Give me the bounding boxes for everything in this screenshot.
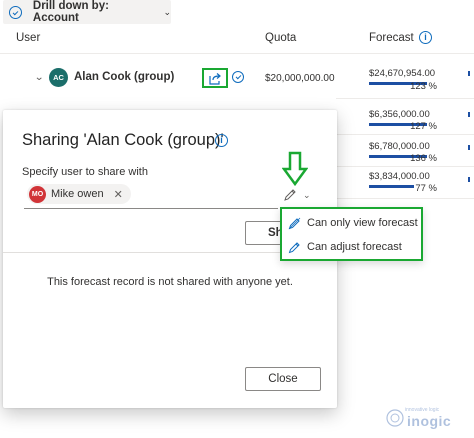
edge-marker [468,112,470,117]
avatar: AC [49,68,68,87]
menu-item-adjust[interactable]: Can adjust forecast [288,238,402,256]
edge-marker [468,145,470,150]
sub-row-forecast: $3,834,000.00 [369,171,430,182]
share-button[interactable] [202,68,228,88]
share-icon [209,72,221,85]
drill-down-button[interactable]: Drill down by: Account ⌄ [3,0,171,24]
row-divider [336,198,474,199]
row-divider [336,134,474,135]
pencil-icon [284,189,296,201]
sub-row-forecast: $6,356,000.00 [369,109,430,120]
permission-menu: Can only view forecast Can adjust foreca… [280,207,423,261]
row-divider [336,98,474,99]
quota-value: $20,000,000.00 [265,73,335,84]
empty-share-message: This forecast record is not shared with … [47,276,293,288]
chevron-down-icon: ⌄ [303,189,311,200]
close-button[interactable]: Close [245,367,321,391]
sub-row-percent: 136 % [410,153,437,164]
forecast-value: $24,670,954.00 [369,68,436,79]
column-header-quota[interactable]: Quota [265,32,296,44]
logo-icon [386,409,404,427]
permission-dropdown[interactable]: ⌄ [283,185,323,205]
user-name[interactable]: Alan Cook (group) [74,71,174,83]
watermark-brand: inogic [407,413,452,429]
menu-item-view-only[interactable]: Can only view forecast [288,214,418,232]
drill-down-row-icon[interactable] [232,71,244,83]
edge-marker [468,71,470,76]
pencil-edit-icon [288,241,300,253]
selected-user-chip[interactable]: MO Mike owen ✕ [27,184,131,204]
column-header-forecast[interactable]: Forecast [369,32,414,44]
user-search-input[interactable] [24,208,278,209]
specify-user-label: Specify user to share with [22,166,148,178]
sub-row-percent: 127 % [410,121,437,132]
row-divider [336,166,474,167]
header-divider [0,53,474,54]
info-icon[interactable]: i [215,134,228,147]
sub-row-forecast: $6,780,000.00 [369,141,430,152]
pencil-view-icon [288,217,301,229]
sub-row-percent: 77 % [415,183,437,194]
annotation-arrow-icon [282,151,308,187]
drill-down-label: Drill down by: Account [32,0,109,24]
inogic-watermark: innovative logic inogic [385,402,471,434]
chevron-down-icon: ⌄ [163,6,171,17]
menu-item-label: Can adjust forecast [307,241,402,253]
dialog-title: Sharing 'Alan Cook (group)' [22,131,224,149]
forecast-percent: 123 % [410,81,437,92]
avatar: MO [29,185,46,203]
drill-down-icon [9,5,22,19]
remove-user-icon[interactable]: ✕ [114,188,123,201]
info-icon[interactable]: i [419,31,432,44]
expand-chevron-icon[interactable]: ⌄ [34,72,44,83]
edge-marker [468,177,470,182]
column-header-user[interactable]: User [16,32,40,44]
selected-user-name: Mike owen [51,188,104,200]
menu-item-label: Can only view forecast [307,217,418,229]
